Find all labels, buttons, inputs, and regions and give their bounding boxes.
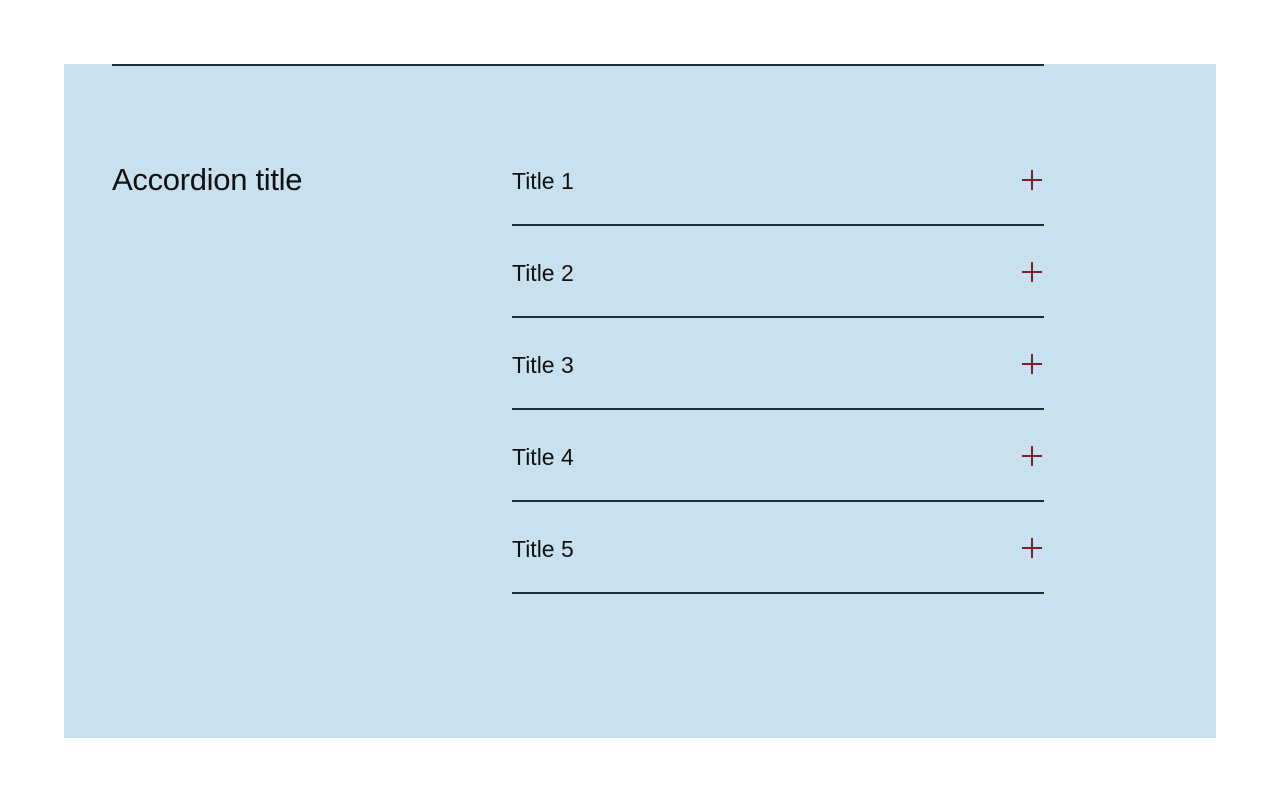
plus-icon[interactable] xyxy=(1022,262,1042,282)
accordion-item-label: Title 2 xyxy=(512,260,574,286)
accordion-section: Accordion title Title 1 Title 2 Title 3 … xyxy=(64,64,1216,738)
plus-icon[interactable] xyxy=(1022,538,1042,558)
plus-icon[interactable] xyxy=(1022,170,1042,190)
accordion-item-4[interactable]: Title 4 xyxy=(512,410,1044,502)
accordion-section-title: Accordion title xyxy=(112,162,303,197)
accordion-item-label: Title 1 xyxy=(512,168,574,194)
accordion-item-label: Title 4 xyxy=(512,444,574,470)
accordion-item-2[interactable]: Title 2 xyxy=(512,226,1044,318)
accordion-item-label: Title 5 xyxy=(512,536,574,562)
accordion-item-1[interactable]: Title 1 xyxy=(512,134,1044,226)
accordion-item-label: Title 3 xyxy=(512,352,574,378)
top-divider xyxy=(112,64,1044,66)
accordion-item-5[interactable]: Title 5 xyxy=(512,502,1044,594)
accordion-item-3[interactable]: Title 3 xyxy=(512,318,1044,410)
plus-icon[interactable] xyxy=(1022,446,1042,466)
accordion-list: Title 1 Title 2 Title 3 Title 4 Title 5 xyxy=(512,134,1044,594)
plus-icon[interactable] xyxy=(1022,354,1042,374)
